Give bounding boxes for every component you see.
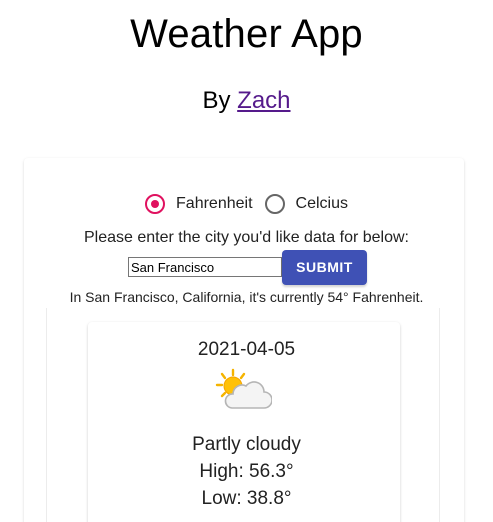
city-input[interactable] (128, 257, 282, 277)
city-form: SUBMIT (128, 249, 367, 285)
author-link[interactable]: Zach (237, 87, 290, 114)
app-title: Weather App (130, 12, 363, 56)
current-weather-text: In San Francisco, California, it's curre… (69, 289, 424, 305)
city-prompt: Please enter the city you'd like data fo… (83, 229, 409, 246)
byline-prefix: By (202, 87, 231, 114)
forecast-low: Low: 38.8° (201, 488, 292, 509)
fahrenheit-radio[interactable] (145, 194, 166, 214)
forecast-high: High: 56.3° (199, 461, 294, 482)
unit-radio-group: Fahrenheit Celcius (0, 192, 493, 216)
submit-button[interactable]: SUBMIT (282, 249, 367, 285)
fahrenheit-option[interactable]: Fahrenheit (145, 194, 253, 214)
fahrenheit-label: Fahrenheit (176, 195, 253, 212)
celcius-label: Celcius (295, 195, 348, 212)
weather-app-page: Weather App By Zach Fahrenheit Celcius P… (0, 0, 493, 522)
celcius-radio[interactable] (264, 194, 285, 214)
forecast-date: 2021-04-05 (197, 339, 296, 360)
celcius-option[interactable]: Celcius (264, 194, 348, 214)
byline: By Zach (0, 86, 493, 116)
partly-cloudy-icon (215, 368, 272, 409)
forecast-condition: Partly cloudy (192, 434, 301, 455)
